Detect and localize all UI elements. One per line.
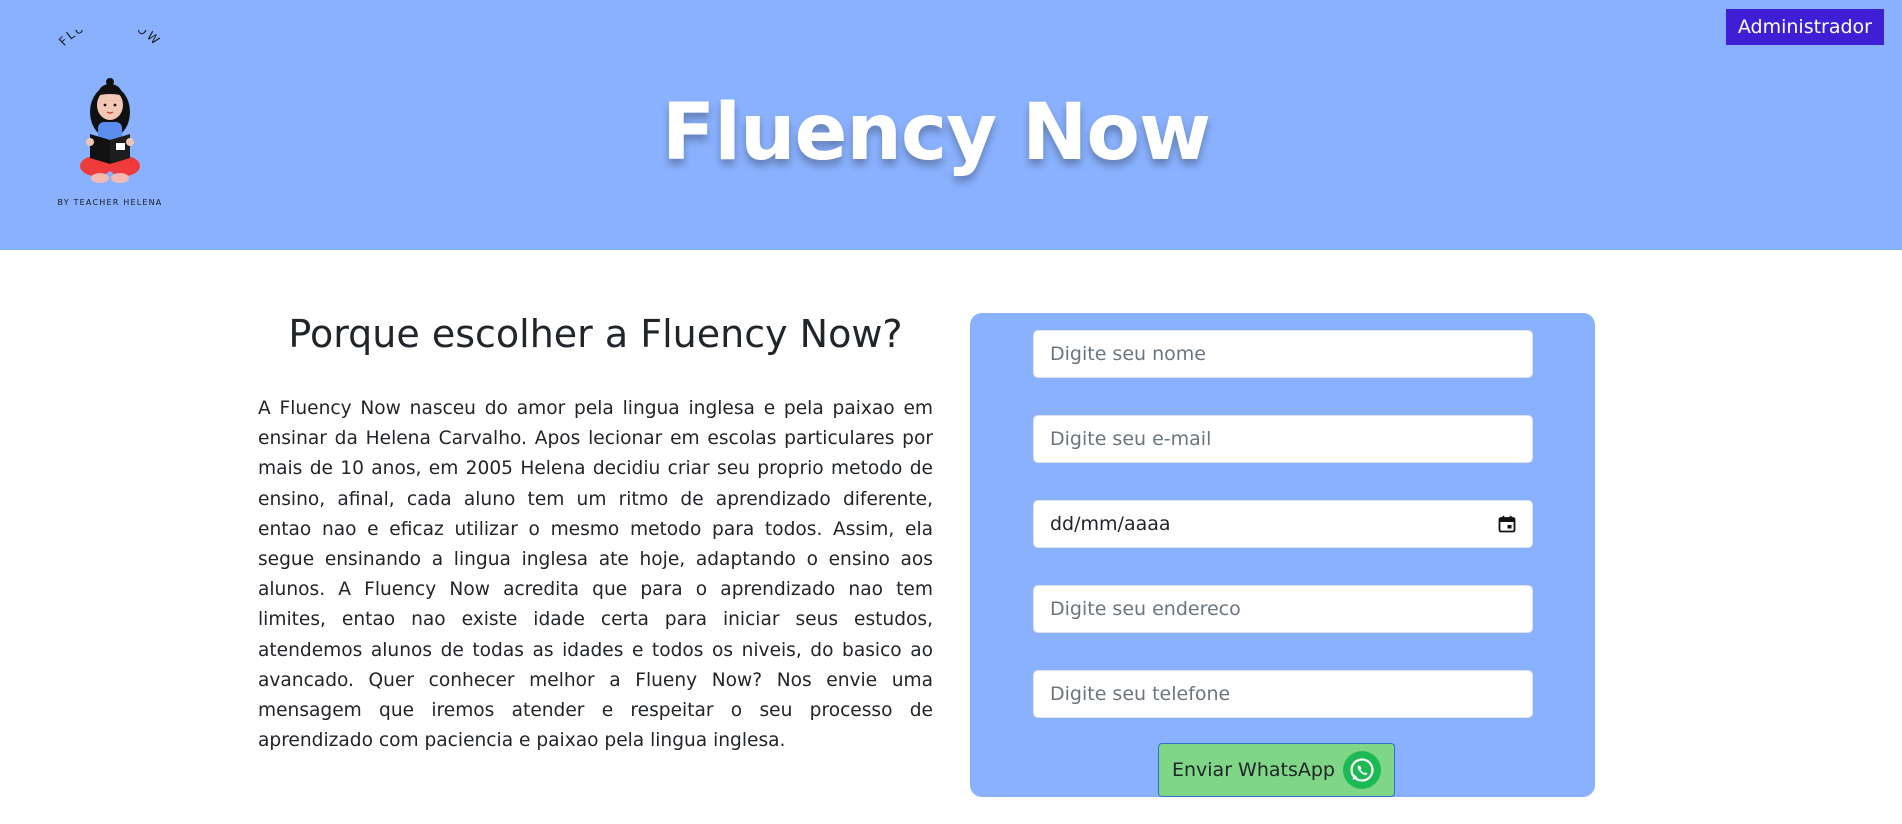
admin-button[interactable]: Administrador (1725, 9, 1884, 45)
calendar-icon[interactable] (1498, 515, 1516, 533)
whatsapp-icon (1343, 751, 1381, 789)
site-header: FLUENCYNOW B (0, 0, 1902, 250)
name-placeholder: Digite seu nome (1050, 343, 1206, 365)
contact-form: Digite seu nome Digite seu e-mail dd/mm/… (970, 313, 1595, 797)
phone-placeholder: Digite seu telefone (1050, 683, 1231, 705)
date-placeholder: dd/mm/aaaa (1050, 513, 1171, 535)
name-input[interactable]: Digite seu nome (1033, 330, 1533, 378)
about-text: A Fluency Now nasceu do amor pela lingua… (258, 398, 933, 752)
address-placeholder: Digite seu endereco (1050, 598, 1241, 620)
address-input[interactable]: Digite seu endereco (1033, 585, 1533, 633)
svg-text:FLUENCYNOW: FLUENCYNOW (56, 30, 163, 49)
logo-subtext: BY TEACHER HELENA (58, 198, 163, 207)
email-input[interactable]: Digite seu e-mail (1033, 415, 1533, 463)
about-section: Porque escolher a Fluency Now? A Fluency… (258, 312, 933, 756)
send-whatsapp-label: Enviar WhatsApp (1171, 759, 1335, 781)
date-input[interactable]: dd/mm/aaaa (1033, 500, 1533, 548)
email-placeholder: Digite seu e-mail (1050, 428, 1212, 450)
logo-arc-text: FLUENCYNOW (56, 30, 161, 49)
phone-input[interactable]: Digite seu telefone (1033, 670, 1533, 718)
site-title: Fluency Now (661, 88, 1211, 178)
about-heading: Porque escolher a Fluency Now? (288, 312, 903, 356)
send-whatsapp-button[interactable]: Enviar WhatsApp (1158, 743, 1395, 797)
